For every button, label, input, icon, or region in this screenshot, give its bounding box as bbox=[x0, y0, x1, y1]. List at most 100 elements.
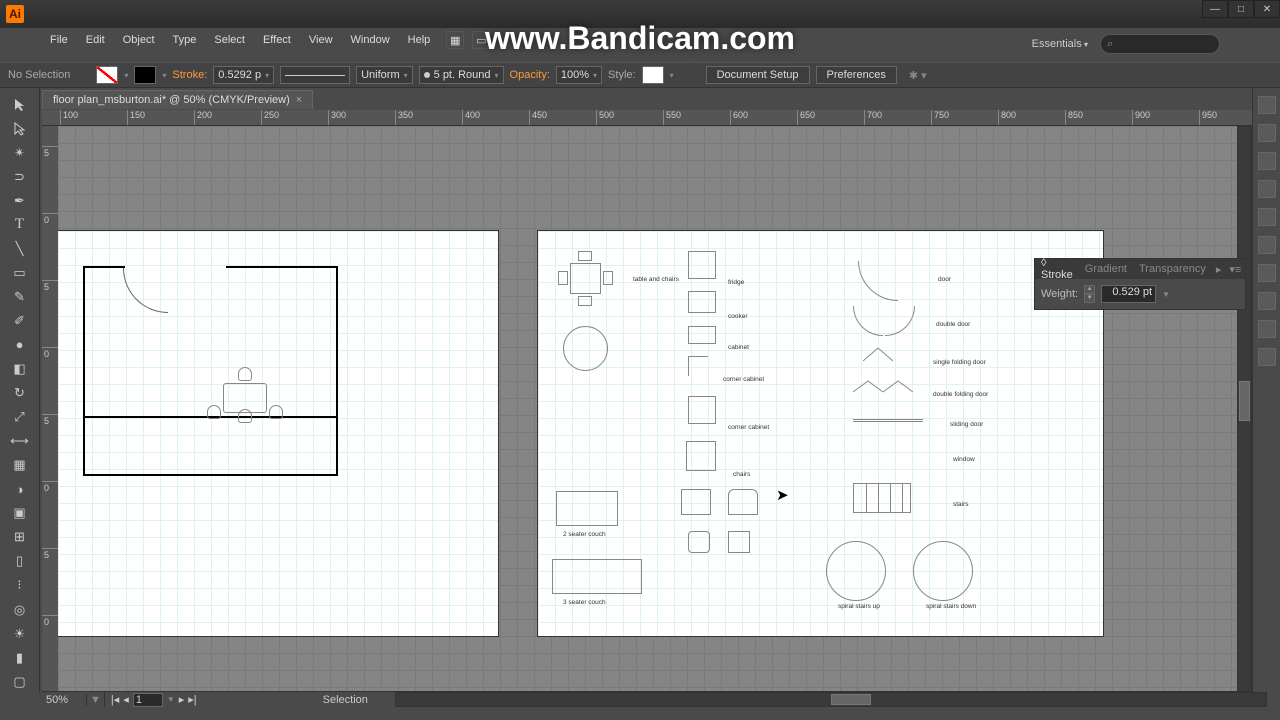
scale-tool[interactable]: ⤢ bbox=[9, 407, 31, 428]
sym-table-chairs[interactable] bbox=[558, 251, 613, 306]
symbols-panel-icon[interactable] bbox=[1258, 180, 1276, 198]
menu-help[interactable]: Help bbox=[400, 32, 439, 48]
blob-tool[interactable]: ● bbox=[9, 334, 31, 355]
menu-window[interactable]: Window bbox=[343, 32, 398, 48]
style-swatch[interactable] bbox=[642, 66, 664, 84]
sym-armchair2[interactable] bbox=[728, 489, 758, 515]
menu-view[interactable]: View bbox=[301, 32, 341, 48]
menu-file[interactable]: File bbox=[42, 32, 76, 48]
symbol-tool[interactable]: ☀ bbox=[9, 623, 31, 644]
blend-tool[interactable]: ◎ bbox=[9, 599, 31, 620]
sym-armchair1[interactable] bbox=[681, 489, 711, 515]
perspective-tool[interactable]: ▣ bbox=[9, 503, 31, 524]
document-setup-button[interactable]: Document Setup bbox=[706, 66, 810, 84]
minimize-button[interactable]: — bbox=[1202, 0, 1228, 18]
menu-select[interactable]: Select bbox=[206, 32, 253, 48]
preferences-button[interactable]: Preferences bbox=[816, 66, 897, 84]
sym-cooker[interactable] bbox=[688, 291, 716, 313]
sym-stairs[interactable] bbox=[853, 483, 911, 513]
tab-close-icon[interactable]: × bbox=[296, 94, 302, 106]
gradient-panel-icon[interactable] bbox=[1258, 236, 1276, 254]
weight-input[interactable]: 0.529 pt bbox=[1101, 285, 1156, 303]
brushes-panel-icon[interactable] bbox=[1258, 152, 1276, 170]
sym-spiral-down[interactable] bbox=[913, 541, 973, 601]
graph-tool[interactable]: ▮ bbox=[9, 647, 31, 668]
sym-chair[interactable] bbox=[686, 441, 716, 471]
gradient-tool[interactable]: ▯ bbox=[9, 551, 31, 572]
stroke-panel-icon[interactable] bbox=[1258, 208, 1276, 226]
fill-swatch[interactable] bbox=[96, 66, 118, 84]
brush-dd[interactable]: 5 pt. Round bbox=[419, 66, 504, 84]
sym-cornercab2[interactable] bbox=[688, 396, 716, 424]
graphic-styles-panel-icon[interactable] bbox=[1258, 320, 1276, 338]
workspace-switcher[interactable]: Essentials bbox=[1032, 38, 1088, 50]
sym-couch2[interactable] bbox=[556, 491, 618, 526]
artboard-2[interactable]: table and chairs 2 seater couch 3 seater… bbox=[538, 231, 1103, 636]
nav-last[interactable]: ▸| bbox=[188, 693, 196, 706]
nav-prev[interactable]: ◂ bbox=[123, 693, 129, 706]
maximize-button[interactable]: □ bbox=[1228, 0, 1254, 18]
floorplan-room[interactable] bbox=[83, 266, 338, 476]
profile-dd[interactable]: Uniform bbox=[356, 66, 413, 84]
paintbrush-tool[interactable]: ✎ bbox=[9, 286, 31, 307]
zoom-dd[interactable]: 50% bbox=[42, 694, 87, 706]
transparency-tab[interactable]: Transparency bbox=[1133, 263, 1212, 275]
appearance-panel-icon[interactable] bbox=[1258, 292, 1276, 310]
horizontal-scrollbar[interactable] bbox=[395, 692, 1267, 707]
sym-fridge[interactable] bbox=[688, 251, 716, 279]
search-input[interactable]: ⌕ bbox=[1100, 34, 1220, 54]
menu-edit[interactable]: Edit bbox=[78, 32, 113, 48]
door-symbol[interactable] bbox=[123, 268, 168, 313]
layers-panel-icon[interactable] bbox=[1258, 348, 1276, 366]
table-chairs-symbol[interactable] bbox=[205, 371, 285, 426]
eyedropper-tool[interactable]: ⁝ bbox=[9, 575, 31, 596]
panel-expand-icon[interactable]: ▸ bbox=[1212, 263, 1226, 276]
sym-cornercab[interactable] bbox=[688, 356, 708, 376]
menu-arrange-icon[interactable]: ▭ bbox=[472, 31, 490, 49]
magic-wand-tool[interactable]: ✴ bbox=[9, 142, 31, 163]
free-transform-tool[interactable]: ▦ bbox=[9, 455, 31, 476]
nav-next[interactable]: ▸ bbox=[179, 693, 185, 706]
width-tool[interactable]: ⟷ bbox=[9, 431, 31, 452]
sym-stool2[interactable] bbox=[728, 531, 750, 553]
menu-effect[interactable]: Effect bbox=[255, 32, 299, 48]
artboard-tool[interactable]: ▢ bbox=[9, 671, 31, 692]
lasso-tool[interactable]: ⊃ bbox=[9, 166, 31, 187]
sym-spiral-up[interactable] bbox=[826, 541, 886, 601]
stroke-profile[interactable] bbox=[280, 66, 350, 84]
stroke-weight-dd[interactable]: 0.5292 p bbox=[213, 66, 274, 84]
sym-sfold[interactable] bbox=[863, 346, 893, 362]
panel-menu-icon[interactable]: ▾≡ bbox=[1225, 263, 1245, 276]
sym-dfold[interactable] bbox=[853, 379, 913, 393]
opacity-dd[interactable]: 100% bbox=[556, 66, 602, 84]
document-tab[interactable]: floor plan_msburton.ai* @ 50% (CMYK/Prev… bbox=[42, 90, 313, 109]
color-panel-icon[interactable] bbox=[1258, 96, 1276, 114]
weight-stepper[interactable]: ▲▼ bbox=[1084, 285, 1095, 303]
stroke-tab[interactable]: ◊ Stroke bbox=[1035, 257, 1079, 281]
menu-type[interactable]: Type bbox=[165, 32, 205, 48]
sym-couch3[interactable] bbox=[552, 559, 642, 594]
transparency-panel-icon[interactable] bbox=[1258, 264, 1276, 282]
sym-sliding[interactable] bbox=[853, 419, 923, 422]
page-input[interactable]: 1 bbox=[133, 693, 163, 707]
rectangle-tool[interactable]: ▭ bbox=[9, 262, 31, 283]
gradient-tab[interactable]: Gradient bbox=[1079, 263, 1133, 275]
line-tool[interactable]: ╲ bbox=[9, 238, 31, 259]
sym-stool1[interactable] bbox=[688, 531, 710, 553]
nav-first[interactable]: |◂ bbox=[111, 693, 119, 706]
close-button[interactable]: ✕ bbox=[1254, 0, 1280, 18]
rotate-tool[interactable]: ↻ bbox=[9, 383, 31, 404]
sym-round-table[interactable] bbox=[563, 326, 608, 371]
selection-tool[interactable] bbox=[9, 94, 31, 115]
weight-dd-icon[interactable]: ▼ bbox=[1162, 290, 1170, 299]
align-icon[interactable]: ✱ ▾ bbox=[909, 69, 927, 82]
canvas[interactable]: table and chairs 2 seater couch 3 seater… bbox=[58, 126, 1252, 692]
pen-tool[interactable]: ✒ bbox=[9, 190, 31, 211]
pencil-tool[interactable]: ✐ bbox=[9, 310, 31, 331]
vertical-scrollbar[interactable] bbox=[1237, 126, 1252, 692]
swatches-panel-icon[interactable] bbox=[1258, 124, 1276, 142]
shape-builder-tool[interactable]: ◑ bbox=[9, 479, 31, 500]
artboard-1[interactable] bbox=[58, 231, 498, 636]
stroke-swatch[interactable] bbox=[134, 66, 156, 84]
direct-select-tool[interactable] bbox=[9, 118, 31, 139]
